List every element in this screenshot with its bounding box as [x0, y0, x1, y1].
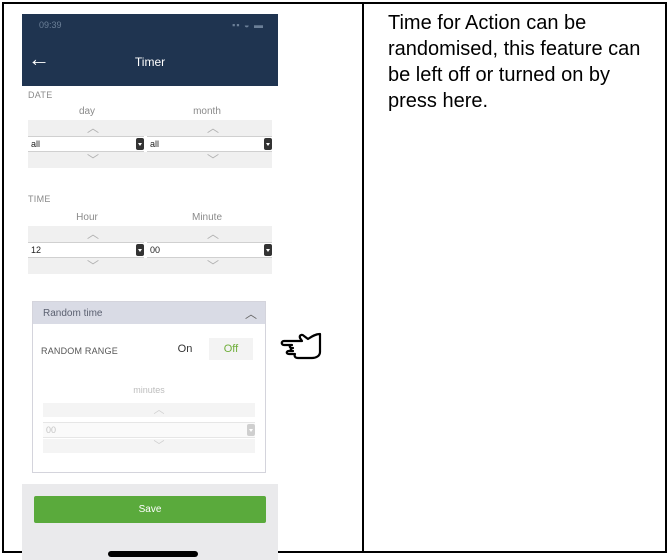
minutes-down-strip: ﹀	[43, 439, 255, 453]
save-button[interactable]: Save	[34, 496, 266, 523]
date-section-label: DATE	[28, 90, 53, 100]
time-up-strip: ︿ ︿	[28, 226, 272, 242]
day-select-value: all	[31, 139, 41, 149]
month-down-chevron-icon[interactable]: ﹀	[198, 152, 228, 168]
chevron-up-icon[interactable]: ︿	[245, 305, 257, 322]
day-down-chevron-icon[interactable]: ﹀	[78, 152, 108, 168]
random-time-header[interactable]: Random time ︿	[33, 302, 265, 324]
dropdown-arrow-icon	[247, 424, 255, 436]
time-section-label: TIME	[28, 194, 51, 204]
minute-select-value: 00	[150, 245, 161, 255]
dropdown-arrow-icon	[136, 244, 144, 256]
date-up-strip: ︿ ︿	[28, 120, 272, 136]
dropdown-arrow-icon	[264, 138, 272, 150]
nav-bar: ← Timer	[22, 36, 278, 86]
month-up-chevron-icon[interactable]: ︿	[198, 120, 228, 136]
minutes-up-chevron-icon[interactable]: ︿	[144, 403, 174, 417]
minute-column-label: Minute	[191, 212, 222, 223]
hour-select[interactable]: 12	[28, 242, 144, 258]
status-time: 09:39	[39, 20, 62, 30]
random-range-label: RANDOM RANGE	[41, 346, 118, 356]
hour-select-value: 12	[31, 245, 42, 255]
signal-wifi-battery-icon: ▪▪ ◒ ▬	[232, 20, 264, 30]
home-indicator	[108, 551, 198, 557]
minutes-select[interactable]: 00	[43, 422, 255, 438]
phone-screenshot: 09:39 ▪▪ ◒ ▬ ← Timer DATE day month ︿ ︿ …	[22, 14, 278, 560]
random-time-panel: Random time ︿ RANDOM RANGE On Off minute…	[32, 301, 266, 473]
minutes-label: minutes	[133, 385, 165, 395]
minutes-up-strip: ︿	[43, 403, 255, 417]
dropdown-arrow-icon	[136, 138, 144, 150]
month-column-label: month	[193, 106, 221, 117]
day-select[interactable]: all	[28, 136, 144, 152]
time-down-strip: ﹀ ﹀	[28, 258, 272, 274]
bottom-bar: Save	[22, 484, 278, 560]
column-divider	[362, 2, 364, 553]
minutes-down-chevron-icon[interactable]: ﹀	[144, 439, 174, 453]
month-select-value: all	[150, 139, 160, 149]
month-select[interactable]: all	[147, 136, 272, 152]
page-title: Timer	[134, 55, 166, 69]
dropdown-arrow-icon	[264, 244, 272, 256]
minute-up-chevron-icon[interactable]: ︿	[198, 226, 228, 242]
minutes-select-value: 00	[46, 425, 57, 435]
random-on-button[interactable]: On	[161, 338, 209, 360]
random-off-button[interactable]: Off	[209, 338, 253, 360]
date-down-strip: ﹀ ﹀	[28, 152, 272, 168]
pointing-hand-icon	[280, 332, 322, 360]
day-column-label: day	[78, 106, 96, 117]
instruction-caption: Time for Action can be randomised, this …	[388, 12, 641, 112]
hour-column-label: Hour	[76, 212, 98, 223]
minute-select[interactable]: 00	[147, 242, 272, 258]
minute-down-chevron-icon[interactable]: ﹀	[198, 258, 228, 274]
random-time-title: Random time	[43, 308, 103, 319]
hour-down-chevron-icon[interactable]: ﹀	[78, 258, 108, 274]
status-bar: 09:39 ▪▪ ◒ ▬	[22, 14, 278, 36]
day-up-chevron-icon[interactable]: ︿	[78, 120, 108, 136]
hour-up-chevron-icon[interactable]: ︿	[78, 226, 108, 242]
